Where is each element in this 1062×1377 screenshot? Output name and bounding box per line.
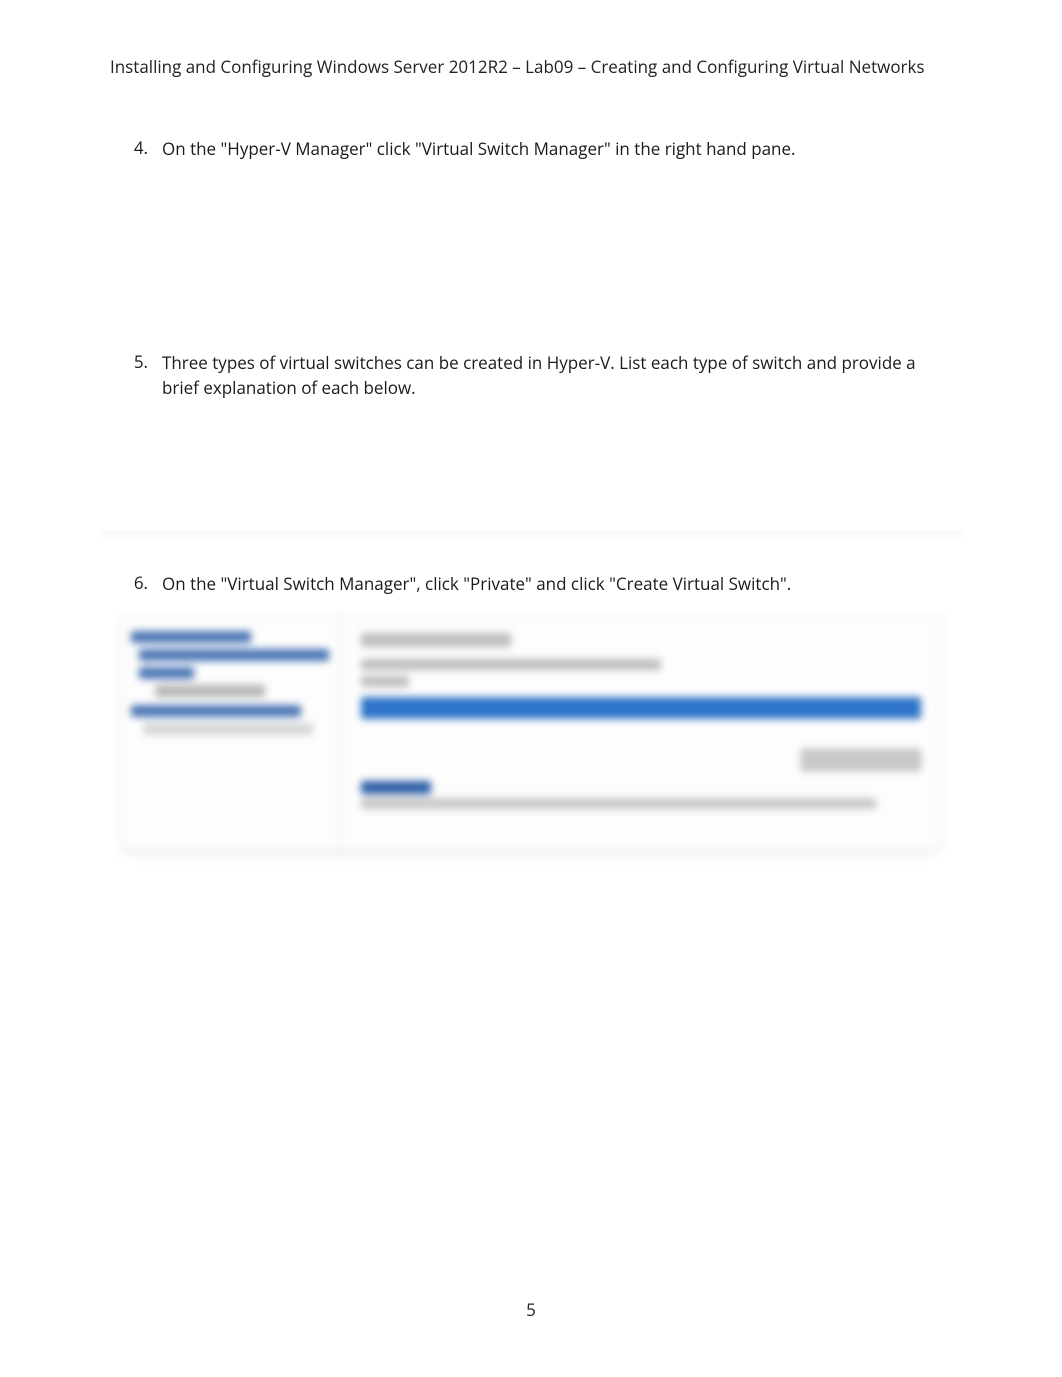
instruction-list: 4. On the "Hyper-V Manager" click "Virtu… [132, 136, 922, 531]
list-item-text: On the "Hyper-V Manager" click "Virtual … [162, 136, 922, 162]
instruction-list-continued: 6. On the "Virtual Switch Manager", clic… [132, 565, 922, 597]
answer-space [132, 421, 922, 531]
list-item-number: 5. [132, 350, 162, 401]
document-page: Installing and Configuring Windows Serve… [0, 0, 1062, 1377]
dialog-left-panel [121, 617, 341, 850]
content-divider [0, 531, 1062, 545]
screenshot-blurred-dialog [120, 616, 942, 851]
list-item-text: On the "Virtual Switch Manager", click "… [162, 571, 922, 597]
list-item: 4. On the "Hyper-V Manager" click "Virtu… [132, 136, 922, 162]
list-item: 6. On the "Virtual Switch Manager", clic… [132, 571, 922, 597]
list-item: 5. Three types of virtual switches can b… [132, 350, 922, 401]
dialog-right-panel [341, 617, 941, 850]
list-item-number: 6. [132, 571, 162, 597]
list-item-number: 4. [132, 136, 162, 162]
answer-space [132, 182, 922, 350]
list-item-text: Three types of virtual switches can be c… [162, 350, 922, 401]
page-number: 5 [0, 1298, 1062, 1321]
page-header: Installing and Configuring Windows Serve… [110, 55, 962, 78]
